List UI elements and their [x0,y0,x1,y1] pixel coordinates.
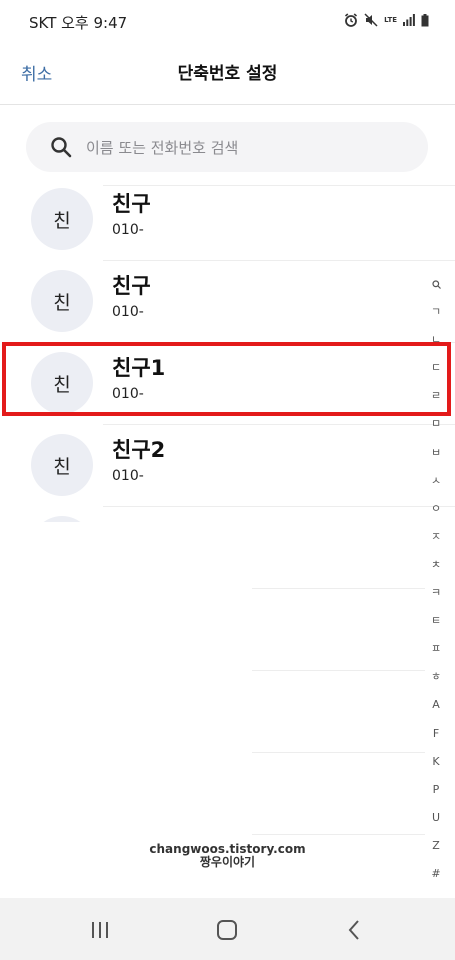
back-icon[interactable] [346,919,362,941]
navigation-bar [0,898,455,960]
carrier-time: SKT 오후 9:47 [29,14,128,32]
contact-item[interactable]: 친 친구2 010- [0,424,455,506]
index-letter[interactable]: ㅋ [424,579,448,607]
divider [252,752,425,753]
divider [252,588,425,589]
alarm-icon [345,13,358,27]
contact-name: 친구2 [112,438,166,462]
index-letter[interactable]: ㅇ [424,495,448,523]
search-icon [431,279,441,289]
home-icon[interactable] [216,919,238,941]
watermark: changwoos.tistory.com 짱우이야기 [0,843,455,869]
divider [103,506,455,507]
signal-icon [403,14,415,26]
index-letter[interactable]: ㅎ [424,663,448,691]
index-letter[interactable]: ㄴ [424,326,448,354]
search-bar[interactable] [26,122,428,174]
index-letter[interactable]: K [424,748,448,776]
mute-icon [364,13,378,27]
divider [252,670,425,671]
status-bar: SKT 오후 9:47 LTE [0,0,455,42]
battery-icon [421,13,429,26]
avatar: 친 [31,434,93,496]
app-header: 취소 단축번호 설정 [0,42,455,105]
contact-number: 010- [112,304,144,320]
index-letter[interactable]: ㅊ [424,551,448,579]
contact-number: 010- [112,222,144,238]
divider [252,834,425,835]
contact-item[interactable]: 친 친구 010- [0,260,455,342]
status-icons: LTE [344,13,429,27]
index-letter[interactable]: P [424,776,448,804]
index-letter[interactable]: A [424,691,448,719]
index-search[interactable] [424,270,448,298]
lte-indicator: LTE [384,15,397,24]
index-letter[interactable]: ㅍ [424,635,448,663]
index-letter[interactable]: F [424,720,448,748]
contact-name: 친구 [112,192,151,216]
watermark-blog: 짱우이야기 [199,855,256,869]
index-letter[interactable]: ㅈ [424,523,448,551]
page-title: 단축번호 설정 [177,64,278,84]
search-input[interactable] [84,122,408,174]
avatar: 친 [31,188,93,250]
index-letter[interactable]: ㅁ [424,410,448,438]
contact-name: 친구 [112,274,151,298]
index-letter[interactable]: ㅌ [424,607,448,635]
recent-apps-icon[interactable] [90,920,110,940]
contact-number: 010- [112,468,144,484]
search-icon [51,137,72,158]
index-scroller[interactable]: ㄱ ㄴ ㄷ ㄹ ㅁ ㅂ ㅅ ㅇ ㅈ ㅊ ㅋ ㅌ ㅍ ㅎ A F K P U Z … [424,270,448,888]
avatar-partial [31,516,93,522]
index-letter[interactable]: ㄷ [424,354,448,382]
selection-highlight [2,342,451,416]
index-letter[interactable]: ㅂ [424,439,448,467]
contact-item[interactable]: 친 친구 010- [0,178,455,260]
index-letter[interactable]: U [424,804,448,832]
avatar: 친 [31,270,93,332]
index-letter[interactable]: ㄱ [424,298,448,326]
index-letter[interactable]: ㅅ [424,467,448,495]
index-letter[interactable]: ㄹ [424,382,448,410]
